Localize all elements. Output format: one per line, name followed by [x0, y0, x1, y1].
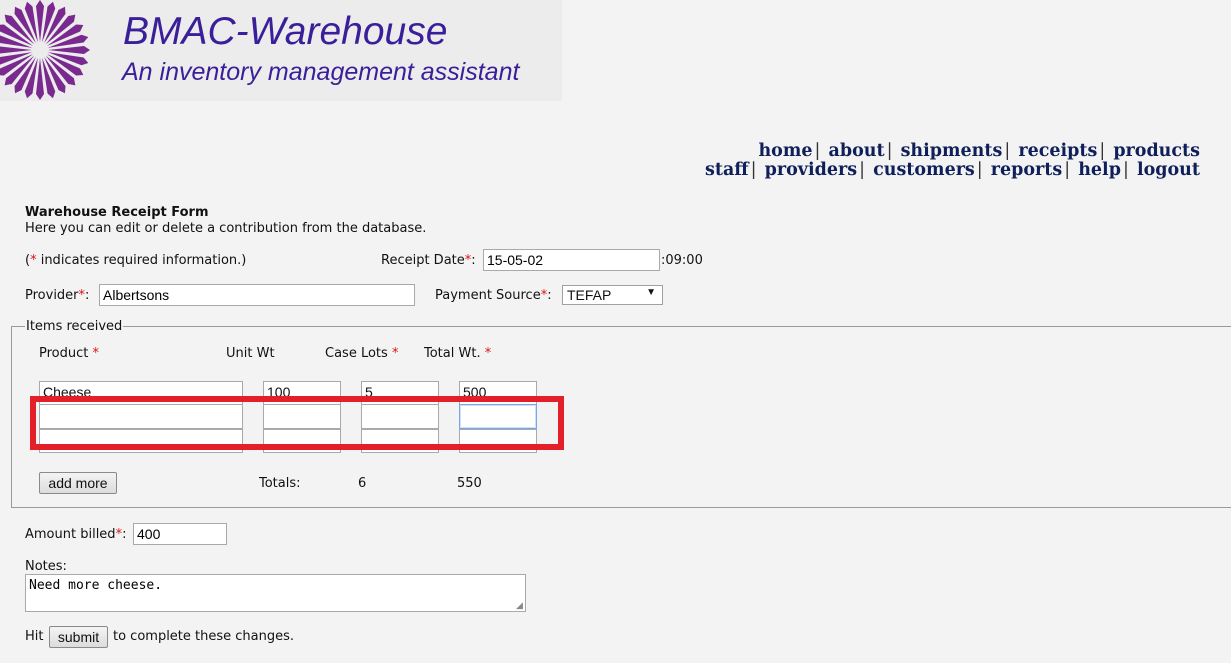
nav-link-logout[interactable]: logout: [1137, 160, 1200, 180]
receipt-date-input[interactable]: [483, 249, 660, 271]
label-colon: :: [122, 527, 127, 542]
submit-button[interactable]: submit: [49, 626, 108, 648]
nav-separator: |: [1004, 141, 1011, 161]
nav-separator: |: [750, 160, 757, 180]
app-subtitle: An inventory management assistant: [122, 58, 520, 86]
receipt-date-label: Receipt Date*:: [381, 253, 476, 268]
label-colon: :: [547, 288, 552, 303]
nav-separator: |: [814, 141, 821, 161]
nav-separator: |: [1064, 160, 1071, 180]
required-note: (* indicates required information.): [25, 253, 246, 268]
totals-case-lots: 6: [358, 476, 367, 491]
nav-link-providers[interactable]: providers: [765, 160, 857, 180]
nav-link-home[interactable]: home: [758, 141, 812, 161]
totals-weight: 550: [457, 476, 482, 491]
nav-row-2: staff | providers | customers | reports | he…: [705, 161, 1200, 180]
nav-link-customers[interactable]: customers: [873, 160, 975, 180]
column-header-total-wt-text: Total Wt.: [424, 346, 481, 361]
amount-billed-input[interactable]: [133, 523, 227, 545]
payment-source-select[interactable]: TEFAP ▼: [562, 285, 663, 305]
highlight-box: [30, 396, 564, 450]
nav-link-receipts[interactable]: receipts: [1018, 141, 1097, 161]
form-title: Warehouse Receipt Form: [25, 205, 209, 220]
column-header-product: Product *: [39, 346, 99, 361]
receipt-time: :09:00: [661, 253, 703, 268]
nav-separator: |: [1099, 141, 1106, 161]
nav-link-staff[interactable]: staff: [705, 160, 749, 180]
required-star: *: [391, 346, 399, 361]
totals-label: Totals:: [259, 476, 301, 491]
receipt-date-label-text: Receipt Date: [381, 253, 465, 268]
app-title: BMAC-Warehouse: [123, 10, 448, 53]
nav-link-shipments[interactable]: shipments: [901, 141, 1003, 161]
form-description: Here you can edit or delete a contributi…: [25, 221, 427, 236]
provider-input[interactable]: [99, 284, 415, 306]
nav-row-1: home | about | shipments | receipts | produc…: [705, 142, 1200, 161]
nav-separator: |: [976, 160, 983, 180]
nav-separator: |: [1122, 160, 1129, 180]
required-star: *: [484, 346, 492, 361]
main-nav: home | about | shipments | receipts | produc…: [705, 142, 1200, 180]
column-header-case-lots: Case Lots *: [325, 346, 398, 361]
notes-textarea[interactable]: [25, 574, 526, 612]
column-header-unit-wt: Unit Wt: [226, 346, 275, 361]
label-colon: :: [85, 288, 90, 303]
notes-label: Notes:: [25, 559, 67, 574]
starburst-logo-icon: [0, 0, 90, 100]
nav-separator: |: [886, 141, 893, 161]
hit-text: Hit: [25, 629, 44, 644]
column-header-product-text: Product: [39, 346, 89, 361]
nav-link-reports[interactable]: reports: [991, 160, 1062, 180]
nav-link-help[interactable]: help: [1078, 160, 1121, 180]
nav-link-products[interactable]: products: [1113, 141, 1200, 161]
add-more-button[interactable]: add more: [39, 472, 117, 494]
amount-billed-label: Amount billed*:: [25, 527, 126, 542]
header-banner: BMAC-Warehouse An inventory management a…: [0, 0, 562, 101]
payment-source-value: TEFAP: [567, 287, 612, 303]
label-colon: :: [471, 253, 476, 268]
complete-text: to complete these changes.: [113, 629, 295, 644]
payment-source-label-text: Payment Source: [435, 288, 541, 303]
required-note-text: indicates required information.): [36, 253, 247, 268]
required-star: *: [92, 346, 100, 361]
items-legend: Items received: [25, 319, 124, 334]
provider-label: Provider*:: [25, 288, 89, 303]
provider-label-text: Provider: [25, 288, 79, 303]
resize-grip-icon[interactable]: ◢: [516, 601, 523, 611]
amount-billed-label-text: Amount billed: [25, 527, 116, 542]
dropdown-arrow-icon: ▼: [646, 287, 656, 298]
payment-source-label: Payment Source*:: [435, 288, 552, 303]
nav-separator: |: [859, 160, 865, 180]
nav-link-about[interactable]: about: [829, 141, 885, 161]
column-header-case-lots-text: Case Lots: [325, 346, 388, 361]
column-header-total-wt: Total Wt. *: [424, 346, 491, 361]
